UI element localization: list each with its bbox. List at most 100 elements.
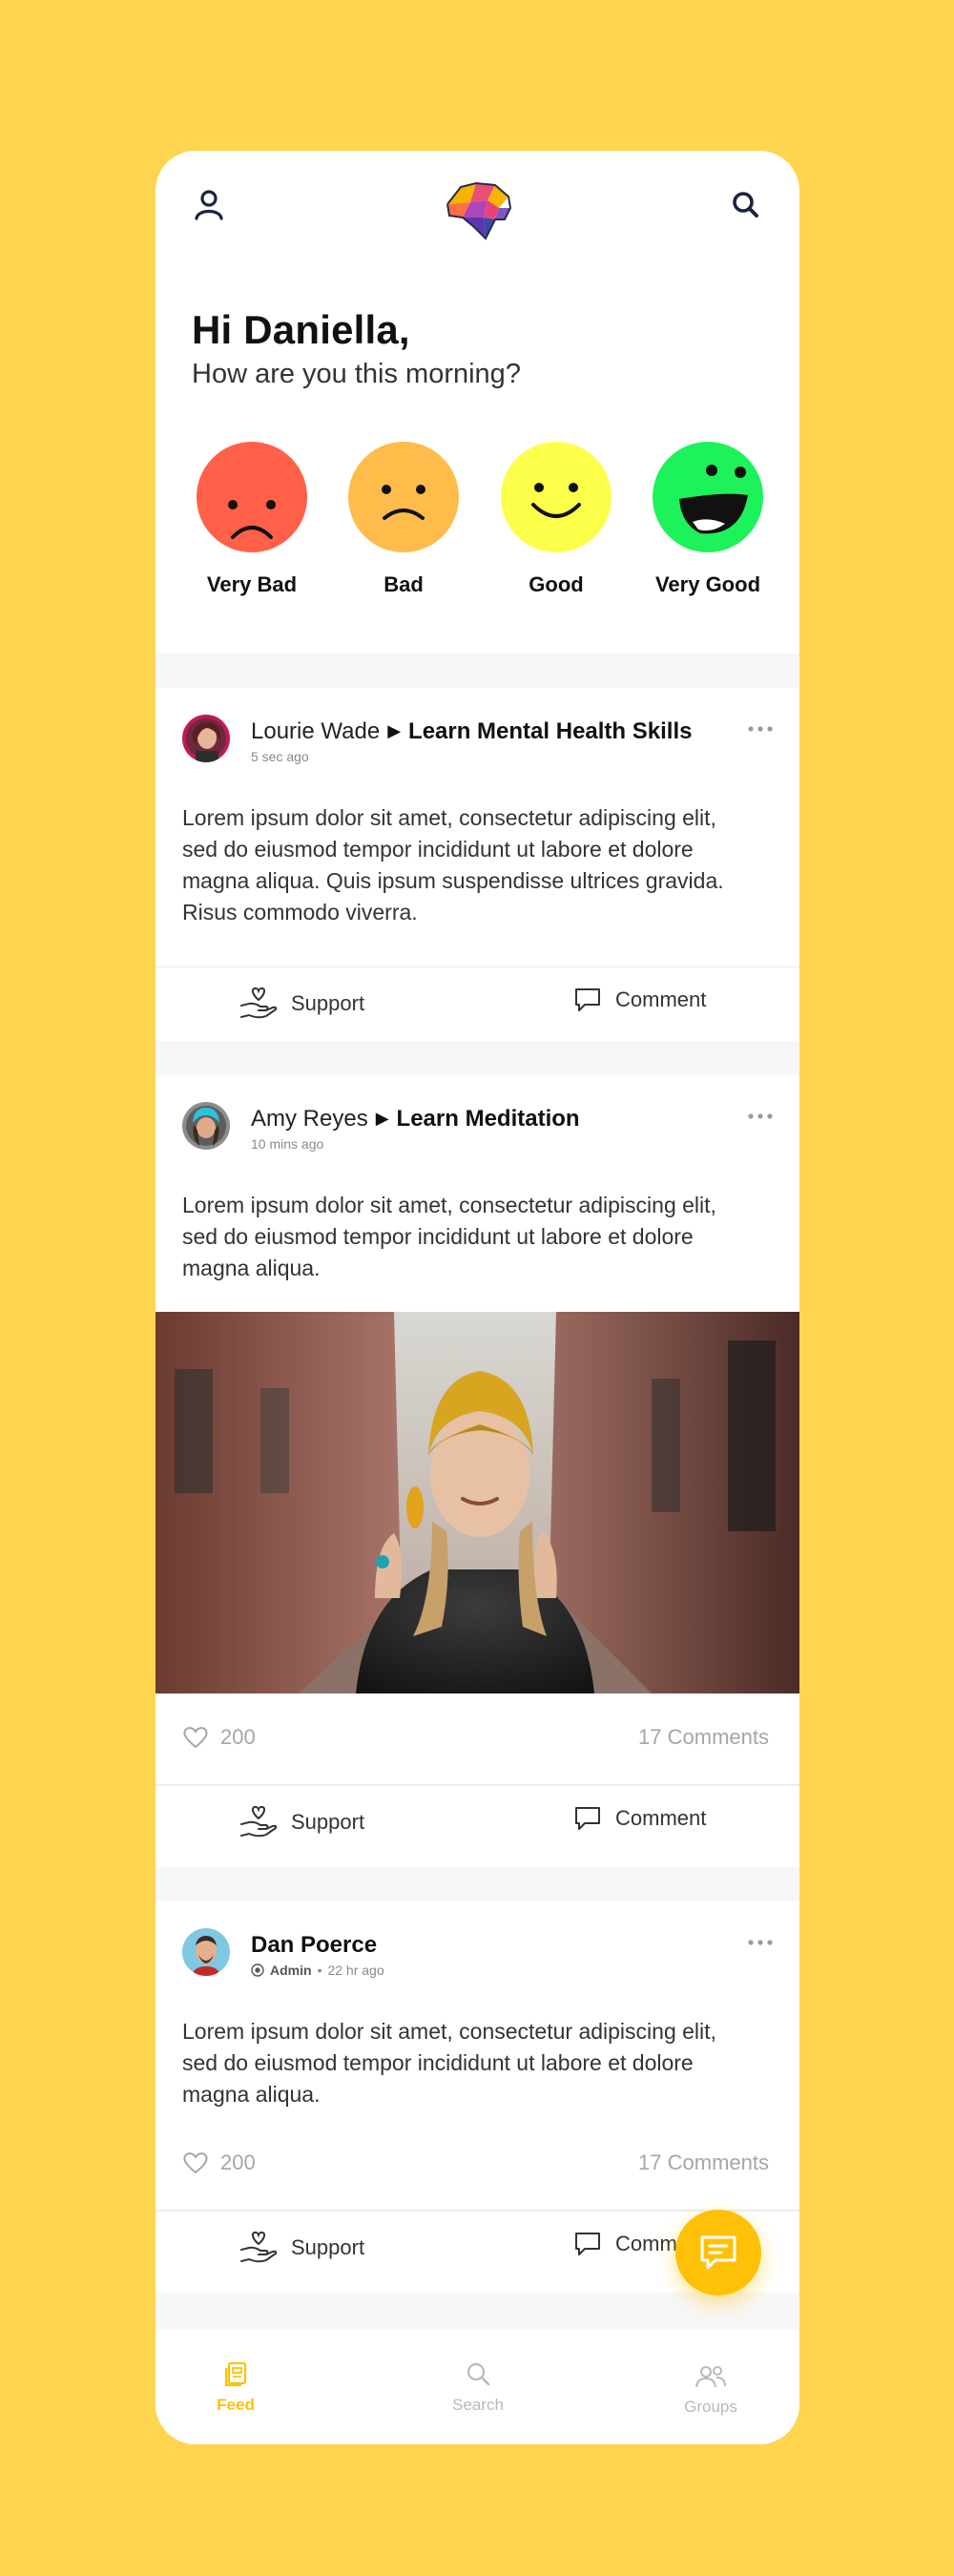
nav-feed[interactable]: Feed <box>178 2360 293 2415</box>
groups-icon <box>695 2366 726 2388</box>
app-screen: Hi Daniella, How are you this morning? V… <box>156 151 799 2444</box>
support-label: Support <box>291 991 365 1015</box>
post-author-line: Dan Poerce <box>251 1932 377 1959</box>
mood-selector: Very Bad Bad Good Very Good <box>156 442 799 604</box>
very-good-face-icon <box>653 442 763 552</box>
greeting: Hi Daniella, How are you this morning? <box>192 307 521 390</box>
post-meta: Admin • 22 hr ago <box>251 1963 384 1978</box>
greeting-subtitle: How are you this morning? <box>192 359 521 389</box>
nav-search[interactable]: Search <box>421 2360 535 2415</box>
hand-heart-icon <box>240 1805 278 1838</box>
heart-icon <box>183 2152 208 2174</box>
mood-label: Very Good <box>654 572 761 596</box>
search-icon <box>467 2362 490 2386</box>
post-body: Lorem ipsum dolor sit amet, consectetur … <box>182 2019 716 2107</box>
comment-label: Comment <box>615 1806 707 1830</box>
comments-count[interactable]: 17 Comments <box>638 2150 769 2175</box>
post-meta: 5 sec ago <box>251 749 309 764</box>
post-meta: 10 mins ago <box>251 1136 323 1152</box>
post-time: 22 hr ago <box>327 1963 384 1978</box>
post-topic[interactable]: Learn Meditation <box>397 1106 580 1132</box>
avatar[interactable] <box>182 715 230 762</box>
post-body: Lorem ipsum dolor sit amet, consectetur … <box>182 1193 716 1280</box>
support-button[interactable]: Support <box>239 987 364 1021</box>
avatar[interactable] <box>182 1102 230 1150</box>
admin-badge-icon <box>251 1963 264 1977</box>
comment-button[interactable]: Comment <box>573 1805 706 1832</box>
greeting-title: Hi Daniella, <box>192 307 410 352</box>
post-author[interactable]: Dan Poerce <box>251 1932 377 1958</box>
nav-feed-label: Feed <box>217 2396 255 2414</box>
post-header: Lourie Wade ▶ Learn Mental Health Skills 5… <box>182 715 774 772</box>
meta-separator: • <box>317 1963 322 1978</box>
post-photo[interactable] <box>156 1312 799 1693</box>
section-divider <box>156 654 799 688</box>
very-bad-face-icon <box>197 442 307 552</box>
post-role: Admin <box>270 1963 312 1978</box>
mood-very-good[interactable]: Very Good <box>632 442 784 597</box>
avatar[interactable] <box>182 1928 230 1976</box>
post-author[interactable]: Amy Reyes <box>251 1106 368 1132</box>
support-button[interactable]: Support <box>239 1805 364 1839</box>
search-button[interactable] <box>724 183 766 225</box>
post-topic[interactable]: Learn Mental Health Skills <box>408 718 692 744</box>
top-bar <box>156 151 799 265</box>
post-author-line: Amy Reyes ▶ Learn Meditation <box>251 1106 580 1132</box>
comment-label: Comment <box>615 987 707 1011</box>
mood-label: Very Bad <box>206 572 298 596</box>
comment-icon <box>575 2233 600 2255</box>
nav-search-label: Search <box>452 2396 504 2414</box>
bottom-nav: Feed Search Groups <box>156 2330 799 2444</box>
like-button[interactable]: 200 <box>182 1725 256 1750</box>
feed-icon <box>224 2361 247 2387</box>
more-options-icon[interactable] <box>747 1936 774 1949</box>
hand-heart-icon <box>240 2231 278 2263</box>
bad-face-icon <box>348 442 459 552</box>
nav-groups-label: Groups <box>684 2398 737 2416</box>
comment-icon <box>575 988 600 1011</box>
post-actions: Support Comment <box>156 966 799 1041</box>
support-button[interactable]: Support <box>239 2231 364 2265</box>
like-count: 200 <box>220 2150 256 2174</box>
mood-very-bad[interactable]: Very Bad <box>176 442 328 597</box>
section-divider <box>156 2293 799 2330</box>
section-divider <box>156 1041 799 1075</box>
more-options-icon[interactable] <box>747 722 774 736</box>
mood-good[interactable]: Good <box>480 442 633 597</box>
chat-fab-button[interactable] <box>675 2210 761 2296</box>
section-divider <box>156 1867 799 1901</box>
like-count: 200 <box>220 1725 256 1749</box>
brain-logo <box>442 179 514 242</box>
feed-post: Amy Reyes ▶ Learn Meditation 10 mins ago L… <box>156 1075 799 1867</box>
mood-bad[interactable]: Bad <box>327 442 480 597</box>
post-stats: 200 17 Comments <box>156 2119 799 2211</box>
mood-label: Good <box>529 572 584 596</box>
comments-count[interactable]: 17 Comments <box>638 1725 769 1750</box>
arrow-right-icon: ▶ <box>387 721 402 740</box>
heart-icon <box>183 1727 208 1749</box>
search-icon <box>733 192 758 218</box>
comment-icon <box>575 1807 600 1830</box>
nav-groups[interactable]: Groups <box>653 2364 768 2417</box>
like-button[interactable]: 200 <box>182 2150 256 2175</box>
arrow-right-icon: ▶ <box>375 1109 389 1128</box>
hand-heart-icon <box>240 987 278 1019</box>
post-author-line: Lourie Wade ▶ Learn Mental Health Skills <box>251 718 692 745</box>
post-header: Amy Reyes ▶ Learn Meditation 10 mins ago <box>182 1102 774 1159</box>
post-time: 5 sec ago <box>251 749 309 764</box>
good-face-icon <box>501 442 612 552</box>
feed-post: Lourie Wade ▶ Learn Mental Health Skills 5… <box>156 688 799 1041</box>
mood-label: Bad <box>384 572 424 596</box>
post-author[interactable]: Lourie Wade <box>251 718 380 744</box>
post-actions: Support Comment <box>156 1785 799 1859</box>
comment-button[interactable]: Comment <box>573 987 706 1013</box>
post-stats: 200 17 Comments <box>156 1693 799 1785</box>
support-label: Support <box>291 1810 365 1834</box>
more-options-icon[interactable] <box>747 1110 774 1123</box>
post-time: 10 mins ago <box>251 1136 324 1152</box>
user-icon <box>195 190 223 220</box>
profile-button[interactable] <box>188 183 230 225</box>
support-label: Support <box>291 2235 365 2259</box>
chat-icon <box>700 2235 736 2270</box>
post-body: Lorem ipsum dolor sit amet, consectetur … <box>182 805 724 924</box>
